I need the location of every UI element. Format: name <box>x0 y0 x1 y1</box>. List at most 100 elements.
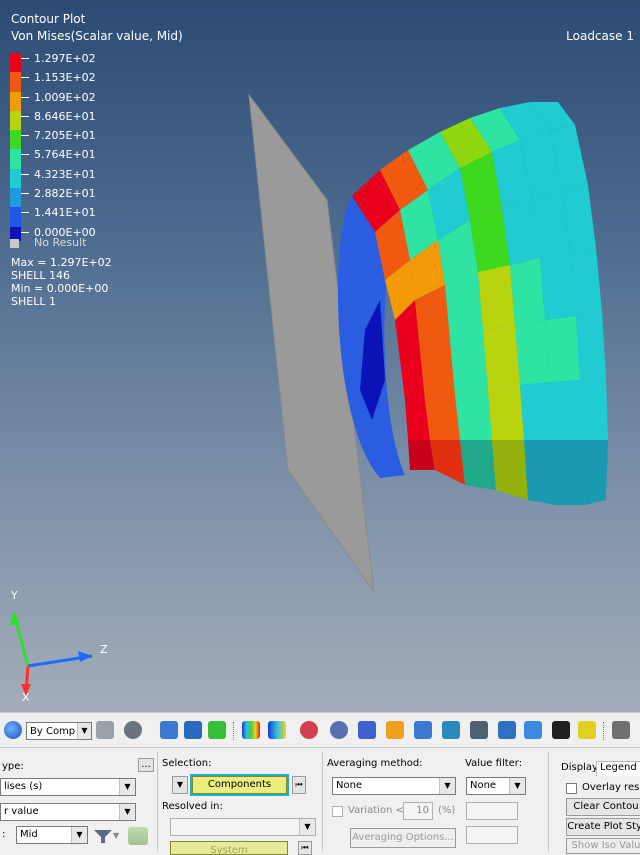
overlay-result-checkbox[interactable] <box>566 783 577 794</box>
contour-panel: ype: ... lises (s) ▼ r value ▼ : Mid ▼ ▼ Se… <box>0 748 640 855</box>
filter-max-input[interactable] <box>466 826 518 844</box>
chevron-down-icon: ▼ <box>119 804 135 820</box>
create-plot-style-button[interactable]: Create Plot Styl <box>566 818 640 836</box>
legend-value: 7.205E+01 <box>34 129 96 143</box>
legend-tick <box>21 96 29 98</box>
legend-swatch <box>10 53 21 73</box>
chevron-down-icon: ▼ <box>176 780 184 789</box>
cube-view-icon[interactable] <box>160 721 178 739</box>
color-mode-icon[interactable] <box>4 721 22 739</box>
loadcase-label: Loadcase 1 <box>566 29 634 43</box>
no-result-label: No Result <box>34 236 87 249</box>
max-value: Max = 1.297E+02 <box>11 256 112 269</box>
flex-icon[interactable] <box>386 721 404 739</box>
axis-x-label: X <box>22 691 30 704</box>
result-type-dropdown[interactable]: lises (s) ▼ <box>0 778 136 796</box>
shaded-mode-icon[interactable] <box>124 721 142 739</box>
path-icon[interactable] <box>578 721 596 739</box>
transform-icon[interactable] <box>552 721 570 739</box>
layer-value: Mid <box>20 829 38 840</box>
vector-icon[interactable] <box>268 721 286 739</box>
model-scene[interactable] <box>0 0 640 712</box>
filter-icon[interactable]: ▼ <box>92 827 120 845</box>
axis-y-label: Y <box>11 589 18 602</box>
legend-swatch <box>10 149 21 169</box>
components-icon[interactable] <box>208 721 226 739</box>
legend-tick <box>21 58 29 59</box>
legend-value: 5.764E+01 <box>34 148 96 162</box>
no-result-swatch <box>10 239 19 248</box>
notes-icon[interactable] <box>498 721 516 739</box>
chevron-down-icon: ▼ <box>299 819 315 835</box>
toolbar: By Comp ▼ <box>0 712 640 748</box>
tracking-icon[interactable] <box>524 721 542 739</box>
legend-value: 1.297E+02 <box>34 52 96 65</box>
min-element: SHELL 1 <box>11 295 56 308</box>
component-value: r value <box>4 806 39 817</box>
measure-icon[interactable] <box>414 721 432 739</box>
chevron-down-icon: ▼ <box>509 778 525 794</box>
result-type-label: ype: <box>2 761 24 772</box>
axis-triad <box>9 611 93 696</box>
legend-value: 1.441E+01 <box>34 206 96 220</box>
clear-contour-button[interactable]: Clear Contou <box>566 798 640 816</box>
marker-icon[interactable] <box>358 721 376 739</box>
variation-checkbox[interactable] <box>332 806 343 817</box>
panel-separator <box>548 752 549 852</box>
result-type-more-button[interactable]: ... <box>138 758 154 772</box>
layer-dropdown[interactable]: Mid ▼ <box>16 826 88 844</box>
deformed-icon[interactable] <box>330 721 348 739</box>
cutplane-icon[interactable] <box>470 721 488 739</box>
legend-swatch <box>10 72 21 92</box>
legend-tick <box>21 231 29 233</box>
tab-legend[interactable]: Legend <box>596 761 640 776</box>
result-type-value: lises (s) <box>4 781 43 792</box>
averaging-method-value: None <box>336 780 363 791</box>
graphics-viewport[interactable]: Contour Plot Von Mises(Scalar value, Mid… <box>0 0 640 712</box>
skip-back-icon: ⏮ <box>301 843 309 852</box>
legend-swatch <box>10 168 21 189</box>
chevron-down-icon: ▼ <box>439 778 455 794</box>
reset-selection-button[interactable]: ⏮ <box>292 776 306 794</box>
tab-display[interactable]: Display <box>558 762 601 776</box>
legend-value: 2.882E+01 <box>34 187 96 201</box>
legend-tick <box>21 77 29 79</box>
value-filter-label: Value filter: <box>465 758 523 769</box>
legend-swatch <box>10 91 21 111</box>
layers-icon[interactable] <box>128 827 148 845</box>
streamline-icon[interactable] <box>442 721 460 739</box>
legend-swatch <box>10 207 21 227</box>
max-element: SHELL 146 <box>11 269 70 282</box>
color-by-dropdown[interactable]: By Comp ▼ <box>26 722 92 740</box>
mirror-icon[interactable] <box>184 721 202 739</box>
variation-unit: (%) <box>438 805 456 816</box>
contour-icon[interactable] <box>242 721 260 739</box>
filter-min-input[interactable] <box>466 802 518 820</box>
mesh-mode-icon[interactable] <box>96 721 114 739</box>
selection-toggle[interactable]: ▼ <box>172 776 188 794</box>
plot-title: Contour Plot <box>11 12 86 26</box>
minmax-readout: Max = 1.297E+02 SHELL 146 Min = 0.000E+0… <box>11 256 112 308</box>
component-dropdown[interactable]: r value ▼ <box>0 803 136 821</box>
script-icon[interactable] <box>612 721 630 739</box>
toolbar-separator <box>603 722 606 740</box>
resolved-in-dropdown[interactable]: ▼ <box>170 818 316 836</box>
panel-separator <box>157 752 158 852</box>
legend-tick <box>21 135 29 137</box>
legend-swatch <box>10 130 21 150</box>
layer-label: : <box>2 829 6 840</box>
legend-tick <box>21 212 29 214</box>
legend-tick <box>21 115 29 117</box>
components-button[interactable]: Components <box>190 774 289 796</box>
tensor-icon[interactable] <box>300 721 318 739</box>
averaging-options-button[interactable]: Averaging Options... <box>350 828 456 848</box>
panel-separator <box>322 752 323 852</box>
show-iso-value-button[interactable]: Show Iso Valu <box>566 838 640 854</box>
averaging-method-dropdown[interactable]: None ▼ <box>332 777 456 795</box>
value-filter-dropdown[interactable]: None ▼ <box>466 777 526 795</box>
averaging-method-label: Averaging method: <box>327 758 423 769</box>
chevron-down-icon: ▼ <box>77 723 91 739</box>
skip-back-icon: ⏮ <box>295 780 303 789</box>
axis-z-label: Z <box>100 643 108 656</box>
variation-input[interactable]: 10 <box>403 802 433 820</box>
